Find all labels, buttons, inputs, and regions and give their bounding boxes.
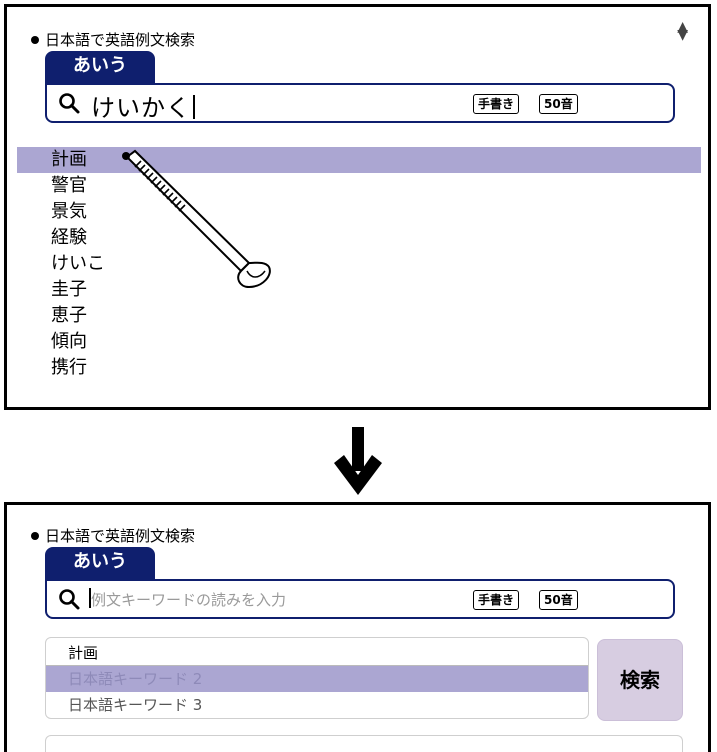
keyword-item[interactable]: 日本語キーワード 2 xyxy=(46,666,588,692)
search-button[interactable]: 検索 xyxy=(597,639,683,721)
keyword-item[interactable]: 計画 xyxy=(46,640,588,666)
down-arrow-icon xyxy=(334,427,382,495)
search-input[interactable]: けいかく 手書き 50音 xyxy=(45,83,675,123)
step1-screen: 日本語で英語例文検索 ▲ ▼ あいう けいかく 手書き 50音 計画 警官 景気 … xyxy=(4,4,711,410)
handwriting-button[interactable]: 手書き xyxy=(473,590,520,610)
handwriting-button[interactable]: 手書き xyxy=(473,94,520,114)
results-area xyxy=(45,735,683,752)
search-input-value: けいかく xyxy=(91,88,195,123)
candidate-item[interactable]: 傾向 xyxy=(17,329,701,355)
fifty-sound-button[interactable]: 50音 xyxy=(539,590,578,610)
search-input[interactable]: 例文キーワードの読みを入力 手書き 50音 xyxy=(45,579,675,619)
sort-updown-icon[interactable]: ▲ ▼ xyxy=(677,20,688,42)
mode-title: 日本語で英語例文検索 xyxy=(31,29,195,50)
search-icon xyxy=(59,93,80,114)
keyword-item[interactable]: 日本語キーワード 3 xyxy=(46,692,588,718)
kana-input-tab[interactable]: あいう xyxy=(45,51,155,83)
keyword-list: 計画 日本語キーワード 2 日本語キーワード 3 xyxy=(45,637,589,719)
mode-title: 日本語で英語例文検索 xyxy=(31,525,195,546)
bullet-icon xyxy=(31,531,39,540)
candidate-item[interactable]: 恵子 xyxy=(17,303,701,329)
kana-input-tab[interactable]: あいう xyxy=(45,547,155,579)
fifty-sound-button[interactable]: 50音 xyxy=(539,94,578,114)
step2-screen: 日本語で英語例文検索 あいう 例文キーワードの読みを入力 手書き 50音 計画 … xyxy=(4,502,711,752)
search-placeholder: 例文キーワードの読みを入力 xyxy=(91,591,287,609)
text-caret xyxy=(193,95,195,119)
bullet-icon xyxy=(31,35,39,44)
stylus-icon xyxy=(122,149,271,289)
search-icon xyxy=(59,589,80,610)
candidate-item[interactable]: 携行 xyxy=(17,355,701,381)
